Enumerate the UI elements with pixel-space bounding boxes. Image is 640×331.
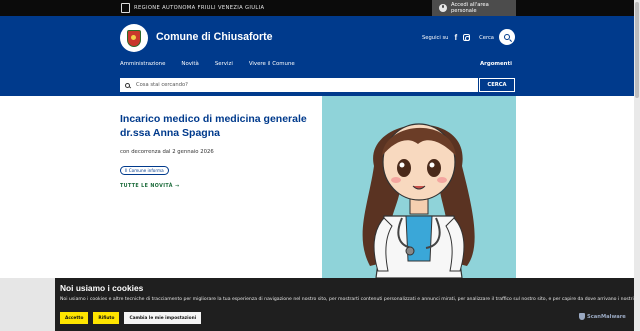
coat-of-arms-icon bbox=[127, 29, 141, 47]
reject-cookies-button[interactable]: Rifiuto bbox=[93, 312, 120, 324]
site-title[interactable]: Comune di Chiusaforte bbox=[156, 31, 273, 43]
stethoscope-chest-piece bbox=[405, 246, 415, 256]
right-cheek bbox=[437, 177, 447, 183]
municipality-logo[interactable] bbox=[120, 24, 148, 52]
search-button[interactable] bbox=[499, 29, 515, 45]
user-icon bbox=[439, 4, 447, 12]
cookie-banner: Noi usiamo i cookies Noi usiamo i cookie… bbox=[55, 278, 640, 331]
search-label: Cerca bbox=[479, 34, 494, 41]
nav-item-amministrazione[interactable]: Amministrazione bbox=[120, 61, 165, 67]
hero-subtitle: con decorrenza dal 2 gennaio 2026 bbox=[120, 149, 214, 155]
region-crest-icon bbox=[121, 3, 130, 13]
cookie-actions: Accetto Rifiuto Cambia le mie impostazio… bbox=[60, 312, 202, 324]
main-nav: Amministrazione Novità Servizi Vivere il… bbox=[120, 61, 311, 67]
region-link[interactable]: REGIONE AUTONOMA FRIULI VENEZIA GIULIA bbox=[121, 3, 264, 13]
scanmalware-label: ScanMalware bbox=[587, 313, 626, 320]
region-name[interactable]: REGIONE AUTONOMA FRIULI VENEZIA GIULIA bbox=[134, 5, 264, 11]
social-links: Seguici su f Cerca bbox=[422, 33, 494, 42]
follow-label: Seguici su bbox=[422, 34, 449, 41]
all-news-label: TUTTE LE NOVITÀ bbox=[120, 184, 173, 189]
cookie-title: Noi usiamo i cookies bbox=[60, 283, 144, 293]
left-eye-shine bbox=[399, 162, 405, 168]
scrollbar-thumb[interactable] bbox=[635, 2, 639, 98]
search-icon bbox=[504, 34, 510, 40]
nav-item-servizi[interactable]: Servizi bbox=[215, 61, 233, 67]
hero-section bbox=[0, 96, 640, 278]
search-icon bbox=[125, 82, 130, 88]
category-tag[interactable]: Il Comune informa bbox=[120, 166, 169, 175]
doctor-illustration bbox=[322, 96, 516, 278]
facebook-icon[interactable]: f bbox=[454, 33, 457, 42]
search-input[interactable]: Cosa stai cercando? bbox=[136, 82, 188, 88]
cookie-text: Noi usiamo i cookies e altre tecniche di… bbox=[60, 297, 640, 302]
top-bar: REGIONE AUTONOMA FRIULI VENEZIA GIULIA A… bbox=[0, 0, 640, 16]
nav-item-vivere[interactable]: Vivere il Comune bbox=[249, 61, 295, 67]
left-cheek bbox=[391, 177, 401, 183]
doctor-illustration-svg bbox=[362, 123, 475, 278]
nav-item-argomenti[interactable]: Argomenti bbox=[480, 61, 512, 67]
accept-cookies-button[interactable]: Accetto bbox=[60, 312, 89, 324]
search-submit-button[interactable]: CERCA bbox=[479, 78, 515, 92]
scanmalware-badge: ScanMalware bbox=[579, 313, 626, 320]
personal-area-button[interactable]: Accedi all'area personale bbox=[432, 0, 516, 16]
right-eye bbox=[427, 159, 441, 177]
arrow-right-icon: → bbox=[174, 184, 180, 189]
cookie-settings-button[interactable]: Cambia le mie impostazioni bbox=[124, 312, 202, 324]
shield-icon bbox=[579, 313, 585, 320]
right-eye-shine bbox=[429, 162, 435, 168]
all-news-link[interactable]: TUTTE LE NOVITÀ → bbox=[120, 184, 179, 189]
left-eye bbox=[397, 159, 411, 177]
site-header: Comune di Chiusaforte Seguici su f Cerca… bbox=[0, 16, 640, 96]
page-scrollbar[interactable] bbox=[634, 0, 640, 331]
hero-title[interactable]: Incarico medico di medicina generale dr.… bbox=[120, 112, 310, 140]
personal-area-label: Accedi all'area personale bbox=[451, 2, 489, 14]
nav-item-novita[interactable]: Novità bbox=[181, 61, 198, 67]
instagram-icon[interactable] bbox=[463, 34, 471, 41]
search-bar[interactable]: Cosa stai cercando? bbox=[120, 78, 478, 92]
